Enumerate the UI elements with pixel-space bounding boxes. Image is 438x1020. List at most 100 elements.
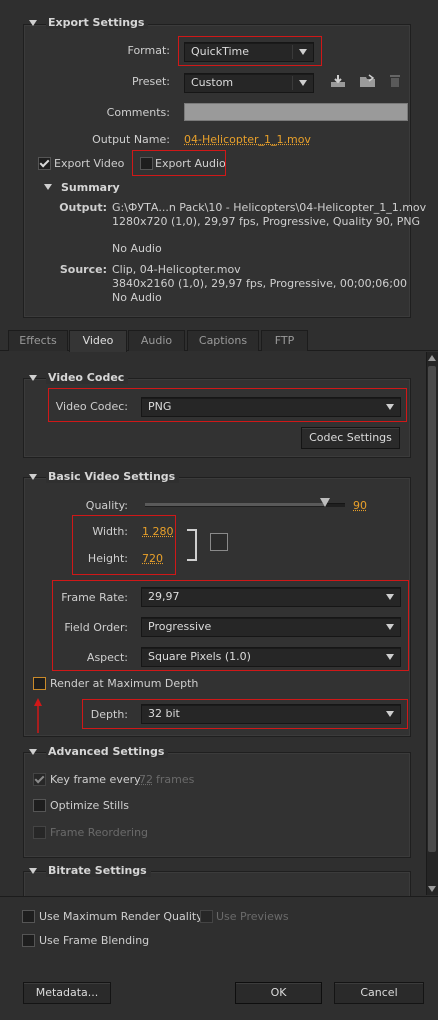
- depth-value: 32 bit: [148, 707, 180, 720]
- depth-dropdown[interactable]: 32 bit: [141, 704, 401, 724]
- max-render-quality-checkbox[interactable]: [22, 910, 35, 923]
- key-frame-checkbox[interactable]: [33, 773, 46, 786]
- advanced-settings-title: Advanced Settings: [46, 745, 168, 758]
- collapse-triangle-icon[interactable]: [44, 184, 52, 190]
- tab-video[interactable]: Video: [69, 330, 127, 352]
- depth-label: Depth:: [50, 708, 128, 721]
- chevron-down-icon: [386, 594, 394, 600]
- dropdown-separator: [292, 76, 293, 90]
- chevron-down-icon: [386, 624, 394, 630]
- scroll-up-icon[interactable]: [428, 355, 436, 361]
- video-codec-label: Video Codec:: [50, 400, 128, 413]
- export-video-label: Export Video: [54, 157, 124, 170]
- max-render-quality-label: Use Maximum Render Quality: [39, 910, 203, 923]
- tab-effects[interactable]: Effects: [8, 330, 68, 351]
- dropdown-separator: [292, 45, 293, 59]
- output-name-link[interactable]: 04-Helicopter_1_1.mov: [184, 133, 311, 146]
- frame-reordering-label: Frame Reordering: [50, 826, 148, 839]
- summary-title: Summary: [61, 181, 120, 194]
- field-order-dropdown[interactable]: Progressive: [141, 617, 401, 637]
- width-value[interactable]: 1 280: [142, 525, 174, 538]
- summary-source-clip: Clip, 04-Helicopter.mov: [112, 263, 241, 276]
- summary-output-audio: No Audio: [112, 242, 162, 255]
- export-audio-label: Export Audio: [155, 157, 226, 170]
- video-codec-title: Video Codec: [46, 371, 128, 384]
- optimize-stills-checkbox[interactable]: [33, 799, 46, 812]
- scroll-down-icon[interactable]: [428, 886, 436, 892]
- preset-label: Preset:: [90, 75, 170, 88]
- tab-captions[interactable]: Captions: [187, 330, 259, 351]
- video-codec-value: PNG: [148, 400, 171, 413]
- format-value: QuickTime: [191, 45, 249, 58]
- frame-rate-value: 29,97: [148, 590, 180, 603]
- constrain-proportions-toggle[interactable]: [210, 533, 228, 551]
- use-previews-label: Use Previews: [216, 910, 289, 923]
- width-label: Width:: [60, 525, 128, 538]
- comments-input[interactable]: [184, 103, 408, 121]
- bitrate-settings-title: Bitrate Settings: [46, 864, 151, 877]
- field-order-value: Progressive: [148, 620, 211, 633]
- chevron-down-icon: [299, 49, 307, 55]
- output-name-label: Output Name:: [90, 133, 170, 146]
- arrow-indicator-icon: [33, 697, 43, 733]
- summary-source-specs: 3840x2160 (1,0), 29,97 fps, Progressive,…: [112, 277, 407, 290]
- summary-output-specs: 1280x720 (1,0), 29,97 fps, Progressive, …: [112, 215, 420, 228]
- render-max-depth-label: Render at Maximum Depth: [50, 677, 198, 690]
- preset-dropdown[interactable]: Custom: [184, 73, 314, 93]
- export-video-checkbox[interactable]: [38, 157, 51, 170]
- chevron-down-icon: [299, 80, 307, 86]
- export-settings-title: Export Settings: [46, 16, 148, 29]
- quality-slider-handle[interactable]: [320, 498, 330, 507]
- format-dropdown[interactable]: QuickTime: [184, 42, 314, 62]
- chevron-down-icon: [386, 404, 394, 410]
- tab-audio[interactable]: Audio: [128, 330, 185, 351]
- cancel-button[interactable]: Cancel: [334, 982, 424, 1004]
- height-label: Height:: [60, 552, 128, 565]
- collapse-triangle-icon[interactable]: [29, 474, 37, 480]
- frame-reordering-checkbox[interactable]: [33, 826, 46, 839]
- key-frame-unit: frames: [156, 773, 194, 786]
- quality-value[interactable]: 90: [353, 499, 367, 512]
- render-max-depth-checkbox[interactable]: [33, 677, 46, 690]
- scrollbar-thumb[interactable]: [428, 366, 436, 852]
- delete-preset-icon[interactable]: [389, 73, 401, 88]
- frame-blending-checkbox[interactable]: [22, 934, 35, 947]
- use-previews-checkbox[interactable]: [200, 910, 213, 923]
- codec-settings-button[interactable]: Codec Settings: [301, 427, 400, 449]
- frame-rate-label: Frame Rate:: [50, 591, 128, 604]
- key-frame-label: Key frame every: [50, 773, 141, 786]
- tab-ftp[interactable]: FTP: [261, 330, 308, 351]
- summary-source-label: Source:: [40, 263, 107, 276]
- frame-rate-dropdown[interactable]: 29,97: [141, 587, 401, 607]
- summary-source-audio: No Audio: [112, 291, 162, 304]
- chevron-down-icon: [386, 711, 394, 717]
- summary-output-label: Output:: [40, 201, 107, 214]
- import-preset-icon[interactable]: [359, 74, 377, 88]
- collapse-triangle-icon[interactable]: [29, 749, 37, 755]
- basic-video-panel: [23, 477, 411, 737]
- optimize-stills-label: Optimize Stills: [50, 799, 129, 812]
- frame-blending-label: Use Frame Blending: [39, 934, 149, 947]
- aspect-dropdown[interactable]: Square Pixels (1.0): [141, 647, 401, 667]
- preset-value: Custom: [191, 76, 233, 89]
- metadata-button[interactable]: Metadata...: [23, 982, 111, 1004]
- save-preset-icon[interactable]: [330, 74, 346, 88]
- quality-label: Quality:: [60, 499, 128, 512]
- basic-video-title: Basic Video Settings: [46, 470, 179, 483]
- collapse-triangle-icon[interactable]: [29, 868, 37, 874]
- field-order-label: Field Order:: [50, 621, 128, 634]
- chevron-down-icon: [386, 654, 394, 660]
- comments-label: Comments:: [90, 106, 170, 119]
- key-frame-value[interactable]: 72: [139, 773, 153, 786]
- collapse-triangle-icon[interactable]: [29, 20, 37, 26]
- export-audio-checkbox[interactable]: [140, 157, 153, 170]
- collapse-triangle-icon[interactable]: [29, 375, 37, 381]
- quality-slider-fill: [145, 503, 325, 506]
- video-codec-dropdown[interactable]: PNG: [141, 397, 401, 417]
- format-label: Format:: [90, 44, 170, 57]
- height-value[interactable]: 720: [142, 552, 163, 565]
- ok-button[interactable]: OK: [235, 982, 322, 1004]
- summary-output-path: G:\ФУТА...n Pack\10 - Helicopters\04-Hel…: [112, 201, 426, 214]
- aspect-value: Square Pixels (1.0): [148, 650, 251, 663]
- aspect-label: Aspect:: [50, 651, 128, 664]
